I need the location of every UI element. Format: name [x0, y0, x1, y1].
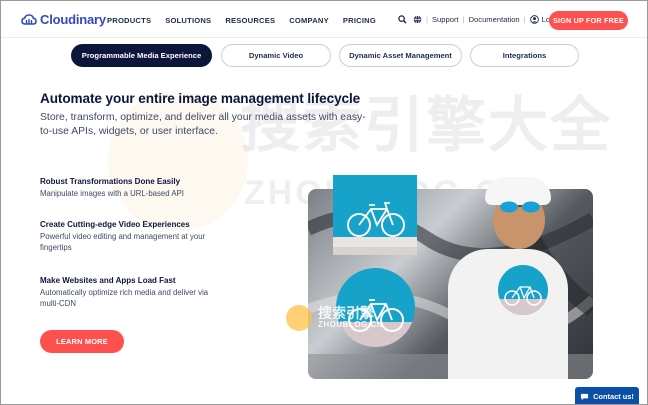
- page: Cloudinary PRODUCTS SOLUTIONS RESOURCES …: [0, 0, 648, 405]
- tshirt-bike-print: [498, 265, 548, 315]
- site-header: Cloudinary PRODUCTS SOLUTIONS RESOURCES …: [1, 1, 647, 38]
- tab-integrations[interactable]: Integrations: [470, 44, 579, 67]
- feature-description: Manipulate images with a URL-based API: [40, 189, 184, 198]
- nav-products[interactable]: PRODUCTS: [107, 16, 151, 25]
- tab-dynamic-asset-management[interactable]: Dynamic Asset Management: [339, 44, 462, 67]
- logo[interactable]: Cloudinary: [21, 12, 106, 27]
- cloud-logo-icon: [21, 13, 37, 25]
- globe-icon[interactable]: [413, 15, 422, 24]
- main-nav: PRODUCTS SOLUTIONS RESOURCES COMPANY PRI…: [107, 16, 390, 25]
- contact-label: Contact us!: [593, 392, 634, 401]
- divider: |: [523, 15, 526, 24]
- user-icon[interactable]: [529, 15, 539, 24]
- hero-subtext: Store, transform, optimize, and deliver …: [40, 112, 366, 137]
- divider: |: [426, 15, 428, 24]
- bicycle-icon: [333, 202, 417, 247]
- tab-dynamic-video[interactable]: Dynamic Video: [221, 44, 331, 67]
- contact-us-button[interactable]: Contact us!: [575, 387, 639, 404]
- divider: |: [462, 15, 465, 24]
- nav-company[interactable]: COMPANY: [289, 16, 329, 25]
- tab-programmable-media[interactable]: Programmable Media Experience: [71, 44, 212, 67]
- watermark-badge-url: ZHOUBLOG.CN: [318, 320, 384, 329]
- page-title: Automate your entire image management li…: [40, 91, 361, 106]
- logo-text: Cloudinary: [40, 12, 106, 27]
- support-link[interactable]: Support: [432, 15, 459, 24]
- nav-solutions[interactable]: SOLUTIONS: [165, 16, 211, 25]
- feature-title: Create Cutting-edge Video Experiences: [40, 220, 190, 229]
- feature-title: Make Websites and Apps Load Fast: [40, 276, 176, 285]
- feature-title: Robust Transformations Done Easily: [40, 177, 181, 186]
- chat-icon: [581, 393, 589, 400]
- learn-more-button[interactable]: LEARN MORE: [40, 330, 124, 353]
- search-icon[interactable]: [398, 15, 407, 24]
- bike-photo-card: [333, 175, 417, 255]
- nav-pricing[interactable]: PRICING: [343, 16, 376, 25]
- feature-description: Powerful video editing and management at…: [40, 232, 206, 252]
- utility-nav: | Support | Documentation | Login: [398, 15, 560, 24]
- feature-description: Automatically optimize rich media and de…: [40, 288, 209, 308]
- documentation-link[interactable]: Documentation: [469, 15, 520, 24]
- sunglasses-icon: [500, 201, 540, 213]
- signup-button[interactable]: SIGN UP FOR FREE: [549, 11, 628, 30]
- nav-resources[interactable]: RESOURCES: [225, 16, 275, 25]
